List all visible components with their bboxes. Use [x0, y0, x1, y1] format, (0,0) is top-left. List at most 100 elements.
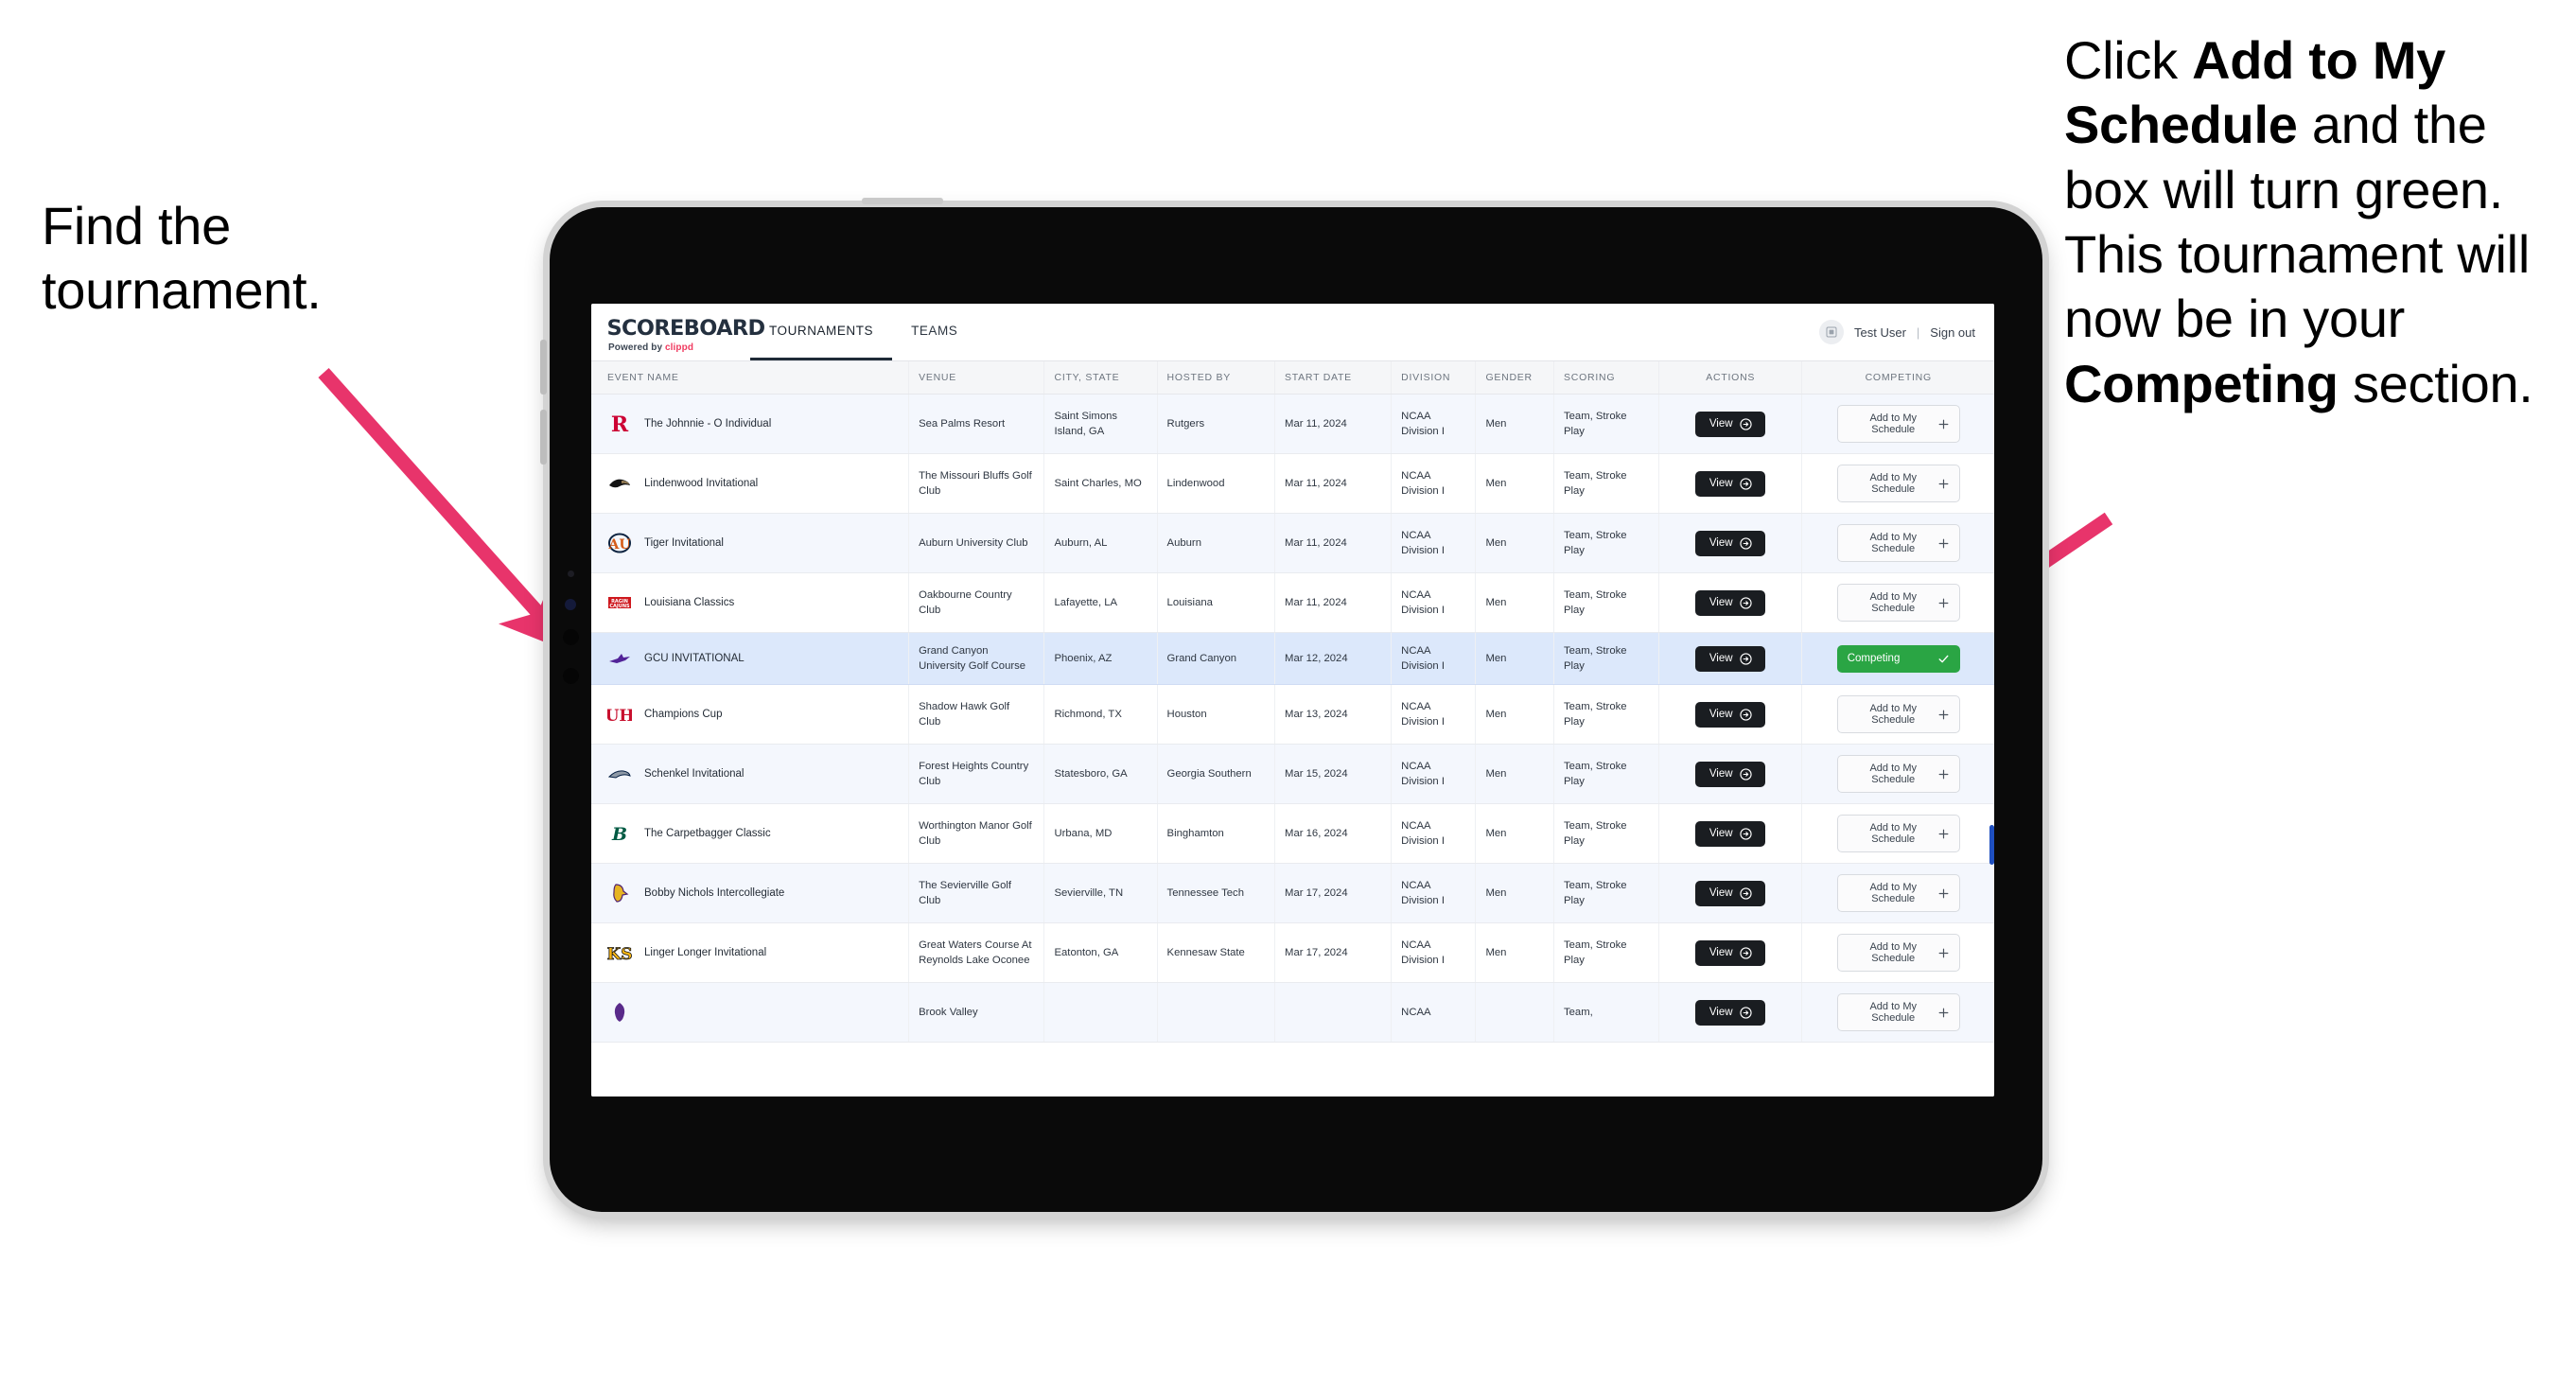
- annotation-right-part-0: Click: [2064, 30, 2193, 90]
- cell-actions: View: [1658, 394, 1803, 454]
- cell-competing: Competing: [1801, 632, 1994, 686]
- arrow-right-circle-icon: [1739, 886, 1752, 900]
- table-row[interactable]: RAGIN CAJUNS Louisiana Classics Oakbourne C…: [591, 572, 1994, 633]
- cell-gender: Men: [1475, 803, 1554, 865]
- cell-event-name: Schenkel Invitational: [591, 744, 910, 805]
- auburn-au-logo: AU: [607, 531, 632, 555]
- cell-event-name: [591, 982, 910, 1044]
- event-name-label: Lindenwood Invitational: [644, 477, 759, 489]
- arrow-right-circle-icon: [1739, 652, 1752, 665]
- view-button[interactable]: View: [1695, 589, 1766, 616]
- table-row[interactable]: B The Carpetbagger Classic Worthington Man…: [591, 803, 1994, 865]
- view-button[interactable]: View: [1695, 701, 1766, 728]
- vertical-scrollbar-thumb[interactable]: [1989, 825, 1994, 865]
- cell-gender: Men: [1475, 863, 1554, 924]
- view-button[interactable]: View: [1695, 530, 1766, 556]
- view-button[interactable]: View: [1695, 761, 1766, 787]
- table-row[interactable]: KS Linger Longer Invitational Great Waters…: [591, 922, 1994, 984]
- cell-division: NCAA Division I: [1391, 744, 1477, 805]
- cell-venue: The Sevierville Golf Club: [908, 863, 1045, 924]
- ecu-pirate-logo: [607, 1000, 632, 1025]
- cell-scoring: Team, Stroke Play: [1553, 513, 1659, 573]
- add-to-my-schedule-button[interactable]: Add to My Schedule: [1836, 815, 1960, 853]
- add-to-my-schedule-label: Add to My Schedule: [1869, 763, 1917, 786]
- column-header-venue: VENUE: [908, 361, 1045, 395]
- tab-teams[interactable]: TEAMS: [892, 304, 976, 360]
- cell-actions: View: [1658, 744, 1803, 805]
- event-name-cell-inner: GCU INVITATIONAL: [607, 646, 899, 671]
- table-row[interactable]: UH Champions Cup Shadow Hawk Golf Club Rich…: [591, 684, 1994, 746]
- tablet-device-frame: SCOREBOARD Powered by clippd TOURNAMENTS…: [540, 198, 2042, 1212]
- cell-scoring: Team, Stroke Play: [1553, 863, 1659, 924]
- view-button[interactable]: View: [1695, 470, 1766, 497]
- table-row[interactable]: Schenkel Invitational Forest Heights Coun…: [591, 744, 1994, 805]
- cell-venue: Sea Palms Resort: [908, 394, 1045, 454]
- column-header-division: DIVISION: [1391, 361, 1477, 395]
- tab-tournaments[interactable]: TOURNAMENTS: [750, 304, 893, 360]
- cell-competing: Add to My Schedule: [1801, 394, 1994, 454]
- cell-division: NCAA Division I: [1391, 803, 1477, 865]
- cell-city-state: Auburn, AL: [1043, 513, 1158, 573]
- cell-hosted-by: Auburn: [1157, 513, 1276, 573]
- event-name-label: Louisiana Classics: [644, 596, 735, 608]
- table-row[interactable]: Brook Valley NCAA Team, View Add to My Sched…: [591, 982, 1994, 1044]
- tab-teams-label: TEAMS: [911, 324, 958, 338]
- cell-event-name: KS Linger Longer Invitational: [591, 922, 910, 984]
- table-header: EVENT NAME VENUE CITY, STATE HOSTED BY S…: [591, 361, 1994, 395]
- cell-venue: Auburn University Club: [908, 513, 1045, 573]
- table-row[interactable]: AU Tiger Invitational Auburn University Cl…: [591, 513, 1994, 573]
- table-row[interactable]: Bobby Nichols Intercollegiate The Sevierv…: [591, 863, 1994, 924]
- view-button[interactable]: View: [1695, 820, 1766, 847]
- view-button[interactable]: View: [1695, 411, 1766, 437]
- cell-actions: View: [1658, 632, 1803, 686]
- view-button[interactable]: View: [1695, 939, 1766, 966]
- cell-actions: View: [1658, 922, 1803, 984]
- table-row[interactable]: Lindenwood Invitational The Missouri Bluf…: [591, 453, 1994, 514]
- add-to-my-schedule-button[interactable]: Add to My Schedule: [1836, 993, 1960, 1032]
- add-to-my-schedule-button[interactable]: Add to My Schedule: [1836, 465, 1960, 502]
- annotation-right-part-3: Competing: [2064, 353, 2339, 413]
- tournaments-table-scroll-area[interactable]: EVENT NAME VENUE CITY, STATE HOSTED BY S…: [591, 361, 1994, 1097]
- volume-down-button[interactable]: [540, 410, 547, 465]
- cell-event-name: UH Champions Cup: [591, 684, 910, 746]
- sensor-dot-icon: [568, 570, 574, 577]
- cell-gender: [1475, 982, 1554, 1044]
- cell-actions: View: [1658, 572, 1803, 633]
- table-row[interactable]: GCU INVITATIONAL Grand Canyon University …: [591, 632, 1994, 686]
- volume-up-button[interactable]: [540, 340, 547, 395]
- view-button[interactable]: View: [1695, 999, 1766, 1026]
- cell-scoring: Team, Stroke Play: [1553, 572, 1659, 633]
- annotation-right-part-4: section.: [2338, 353, 2533, 413]
- add-to-my-schedule-button[interactable]: Add to My Schedule: [1836, 584, 1960, 622]
- table-row[interactable]: R The Johnnie - O Individual Sea Palms Res…: [591, 394, 1994, 454]
- arrow-right-circle-icon: [1739, 536, 1752, 550]
- sign-out-link[interactable]: Sign out: [1930, 325, 1975, 340]
- user-name-label[interactable]: Test User: [1854, 325, 1906, 340]
- view-button[interactable]: View: [1695, 880, 1766, 906]
- add-to-my-schedule-button[interactable]: Add to My Schedule: [1836, 755, 1960, 794]
- event-name-label: Schenkel Invitational: [644, 767, 745, 780]
- add-to-my-schedule-button[interactable]: Add to My Schedule: [1836, 934, 1960, 973]
- add-to-my-schedule-button[interactable]: Add to My Schedule: [1836, 695, 1960, 734]
- view-button-label: View: [1709, 597, 1733, 608]
- add-to-my-schedule-button[interactable]: Add to My Schedule: [1836, 874, 1960, 913]
- view-button-label: View: [1709, 1007, 1733, 1019]
- user-avatar-icon[interactable]: [1819, 320, 1844, 344]
- cell-venue: Forest Heights Country Club: [908, 744, 1045, 805]
- power-button[interactable]: [862, 198, 943, 204]
- cell-start-date: Mar 12, 2024: [1274, 632, 1393, 686]
- plus-icon: [1938, 829, 1949, 839]
- add-to-my-schedule-button[interactable]: Add to My Schedule: [1836, 405, 1960, 443]
- cell-actions: View: [1658, 513, 1803, 573]
- annotation-left: Find the tournament.: [42, 196, 322, 321]
- event-name-cell-inner: R The Johnnie - O Individual: [607, 412, 899, 436]
- competing-button[interactable]: Competing: [1836, 644, 1960, 673]
- cell-competing: Add to My Schedule: [1801, 572, 1994, 633]
- view-button[interactable]: View: [1695, 645, 1766, 672]
- cell-start-date: Mar 11, 2024: [1274, 453, 1393, 514]
- add-to-my-schedule-button[interactable]: Add to My Schedule: [1836, 524, 1960, 562]
- cell-start-date: Mar 15, 2024: [1274, 744, 1393, 805]
- camera-lens-icon: [565, 599, 576, 610]
- event-name-cell-inner: [607, 1000, 899, 1025]
- cell-hosted-by: Binghamton: [1157, 803, 1276, 865]
